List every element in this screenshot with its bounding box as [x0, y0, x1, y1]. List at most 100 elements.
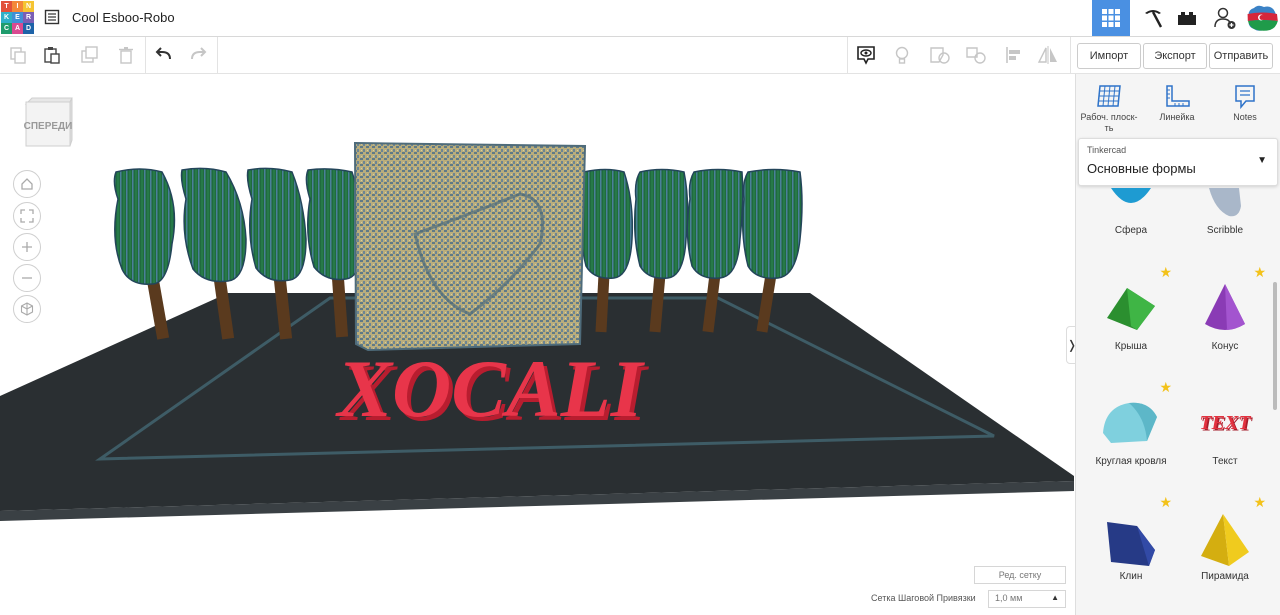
round-roof-icon [1103, 402, 1157, 443]
ruler-icon [1166, 85, 1190, 107]
edit-grid-button[interactable]: Ред. сетку [974, 566, 1066, 584]
roof-icon [1107, 288, 1155, 330]
scribble-icon [1209, 188, 1241, 217]
workplane-tool[interactable]: Рабоч. плоск-ть [1078, 82, 1140, 136]
logo-letter: K [1, 12, 12, 23]
perspective-button[interactable] [13, 295, 41, 323]
scene-render[interactable]: XOCALI XOCALI [0, 74, 1074, 615]
notes-tool[interactable]: Notes [1214, 82, 1276, 136]
shape-scribble[interactable]: Scribble [1178, 188, 1272, 242]
send-button[interactable]: Отправить [1209, 43, 1273, 69]
mirror-button[interactable] [1036, 43, 1060, 67]
star-icon: ★ [1159, 494, 1172, 510]
shape-label: Круглая кровля [1095, 456, 1167, 467]
shape-label: Крыша [1114, 341, 1148, 352]
show-all-button[interactable] [854, 43, 878, 67]
logo-letter: T [1, 1, 12, 12]
text-shape-icon: TEXT TEXT [1199, 412, 1252, 436]
copy-button[interactable] [6, 43, 30, 67]
3d-viewport[interactable]: XOCALI XOCALI СПЕРЕДИ Ред. сетку Сетка Ш… [0, 74, 1074, 615]
star-icon: ★ [1253, 264, 1266, 280]
design-menu-icon[interactable] [44, 9, 60, 25]
edit-toolbar: Импорт Экспорт Отправить [0, 37, 1280, 74]
shape-library-dropdown[interactable]: Tinkercad Основные формы ▼ [1078, 138, 1278, 186]
trash-icon [119, 47, 133, 64]
shape-pyramid[interactable]: ★ Пирамида [1178, 490, 1272, 598]
panel-scrollbar[interactable] [1273, 282, 1277, 410]
invite-user-button[interactable] [1206, 0, 1244, 36]
design-title[interactable]: Cool Esboo-Robo [72, 10, 175, 25]
undo-button[interactable] [152, 43, 176, 67]
ruler-tool[interactable]: Линейка [1146, 82, 1208, 136]
pickaxe-icon [1145, 10, 1163, 28]
snap-grid-select[interactable]: 1,0 мм ▲ [988, 590, 1066, 608]
ruler-label: Линейка [1159, 112, 1195, 122]
shape-label: Scribble [1206, 225, 1244, 236]
logo-letter: R [23, 12, 34, 23]
home-view-button[interactable] [13, 170, 41, 198]
redo-button[interactable] [186, 43, 210, 67]
undo-icon [155, 47, 171, 60]
zoom-in-button[interactable] [13, 233, 41, 261]
lightbulb-icon [895, 46, 909, 64]
logo-letter: N [23, 1, 34, 12]
mirror-icon [1037, 46, 1057, 64]
export-button[interactable]: Экспорт [1143, 43, 1207, 69]
library-name: Основные формы [1087, 161, 1196, 176]
logo-letter: I [12, 1, 23, 12]
shape-round-roof[interactable]: ★ Круглая кровля [1084, 375, 1178, 483]
shape-text[interactable]: TEXT TEXT Текст [1178, 375, 1272, 483]
plus-icon [22, 242, 32, 252]
paste-icon [44, 47, 60, 64]
shape-label: Конус [1211, 341, 1239, 352]
sphere-icon [1111, 188, 1151, 203]
workplane-icon [1097, 85, 1121, 107]
view-cube-label: СПЕРЕДИ [24, 121, 73, 132]
shape-label: Текст [1212, 456, 1238, 467]
logo-letter: C [1, 23, 12, 34]
redo-icon [191, 47, 207, 60]
import-button[interactable]: Импорт [1077, 43, 1141, 69]
notes-label: Notes [1233, 112, 1257, 122]
tinkercad-logo[interactable]: TINKERCAD [1, 1, 34, 34]
snap-grid-label: Сетка Шаговой Привязки [871, 593, 976, 603]
delete-button[interactable] [114, 43, 138, 67]
notes-icon [1235, 85, 1255, 110]
add-user-icon [1214, 7, 1236, 29]
copy-icon [10, 47, 26, 64]
3d-view-button[interactable] [1092, 0, 1130, 36]
caret-down-icon: ▼ [1257, 155, 1267, 166]
bricks-view-button[interactable] [1168, 0, 1206, 36]
relief-panel [353, 141, 587, 352]
user-avatar[interactable] [1246, 4, 1278, 32]
caret-icon: ▲ [1051, 593, 1059, 602]
wedge-icon [1107, 522, 1155, 566]
paste-button[interactable] [40, 43, 64, 67]
pyramid-icon [1201, 514, 1249, 566]
ungroup-button[interactable] [964, 43, 988, 67]
ungroup-icon [966, 47, 986, 64]
minus-icon [22, 277, 32, 279]
blocks-view-button[interactable] [1134, 0, 1172, 36]
align-button[interactable] [1002, 43, 1026, 67]
shape-cone[interactable]: ★ Конус [1178, 260, 1272, 368]
fit-view-button[interactable] [13, 202, 41, 230]
top-bar: TINKERCAD Cool Esboo-Robo [0, 0, 1280, 37]
star-icon: ★ [1159, 379, 1172, 395]
shape-sphere[interactable]: Сфера [1084, 188, 1178, 242]
group-button[interactable] [928, 43, 952, 67]
shape-roof[interactable]: ★ Крыша [1084, 260, 1178, 368]
logo-letter: E [12, 12, 23, 23]
shape-label: Сфера [1114, 225, 1148, 236]
shape-label: Пирамида [1201, 571, 1249, 582]
hint-button[interactable] [890, 43, 914, 67]
group-icon [930, 47, 950, 64]
zoom-out-button[interactable] [13, 264, 41, 292]
star-icon: ★ [1159, 264, 1172, 280]
duplicate-button[interactable] [78, 43, 102, 67]
shape-wedge[interactable]: ★ Клин [1084, 490, 1178, 598]
view-cube[interactable]: СПЕРЕДИ [22, 96, 74, 152]
logo-letter: A [12, 23, 23, 34]
workplane-label: Рабоч. плоск-ть [1080, 112, 1138, 133]
eye-speech-icon [857, 46, 875, 65]
